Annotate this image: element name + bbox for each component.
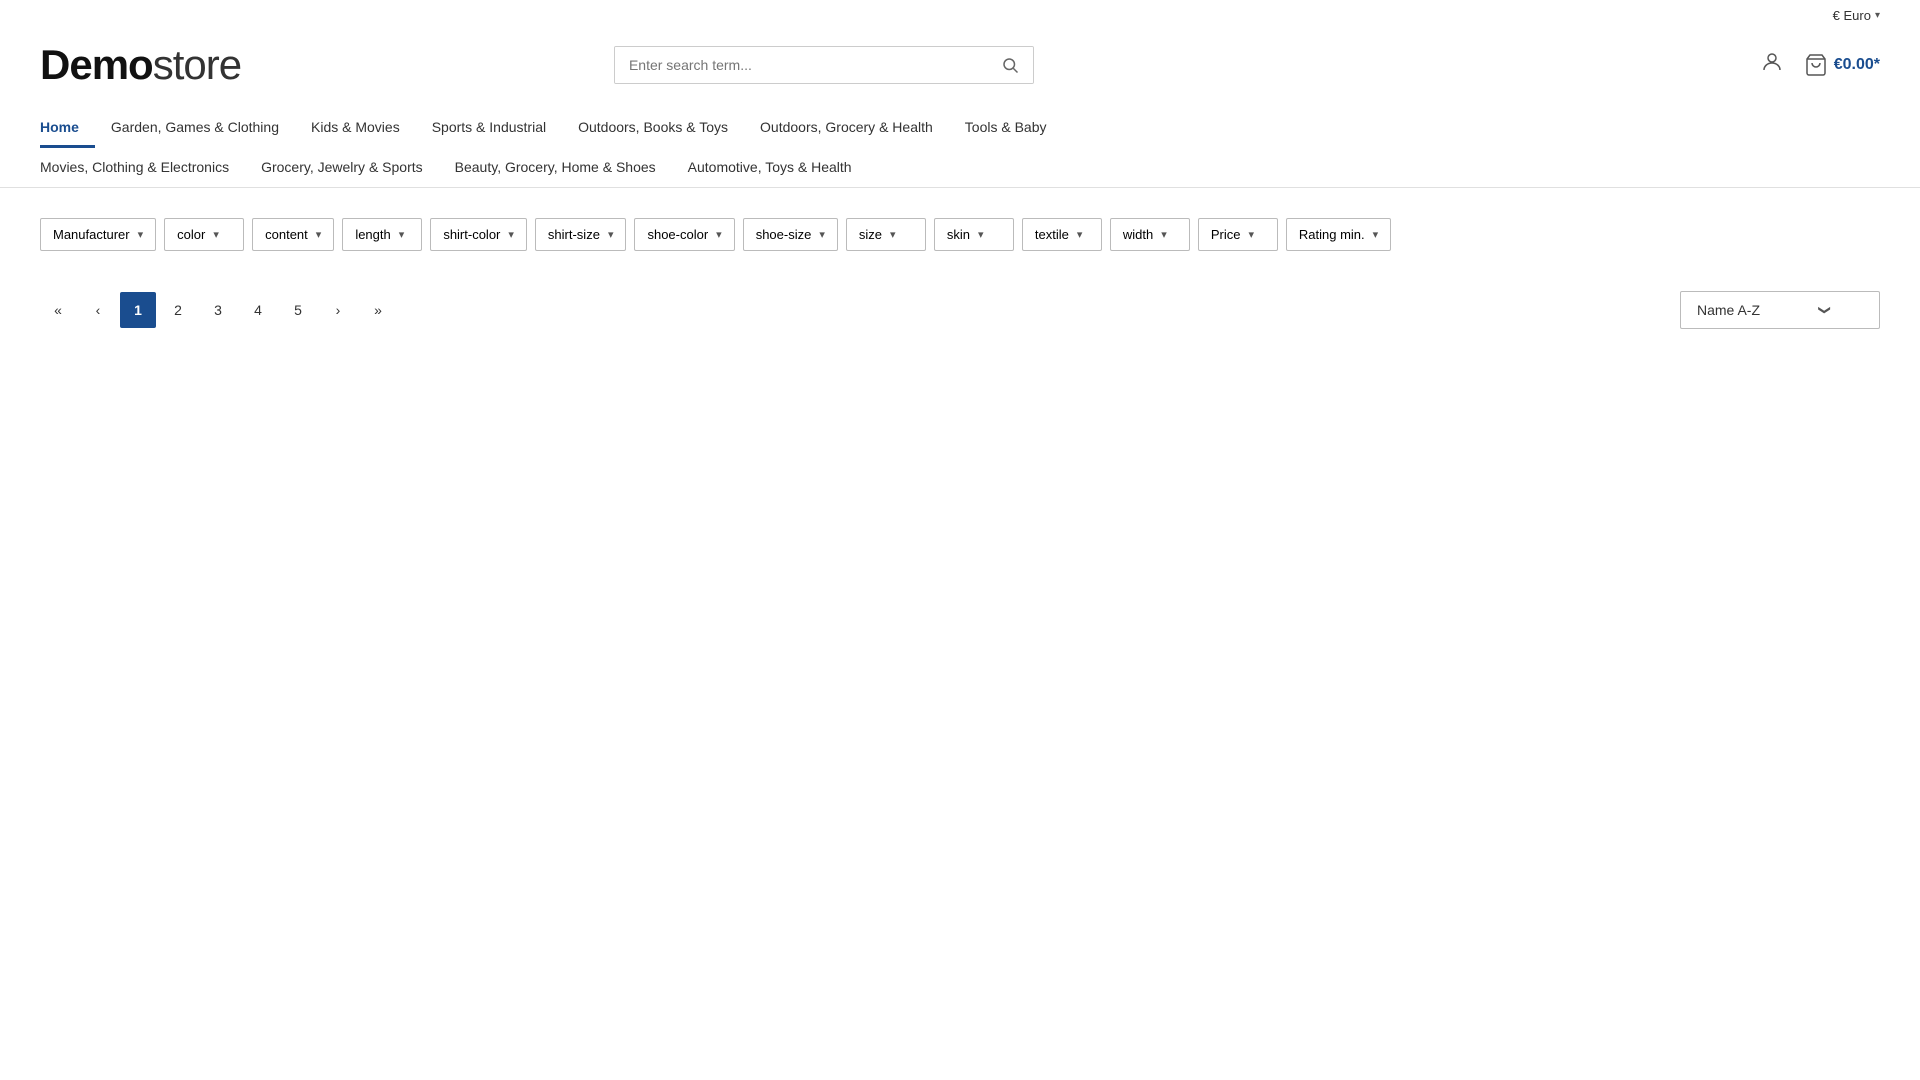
page-prev[interactable]: ‹: [80, 292, 116, 328]
filter-size[interactable]: size▾: [846, 218, 926, 251]
filter-shoe-size[interactable]: shoe-size▾: [743, 218, 838, 251]
filter-shoe-color[interactable]: shoe-color▾: [634, 218, 734, 251]
header-icons: €0.00*: [1760, 50, 1880, 80]
sort-chevron: ❯: [1818, 305, 1832, 315]
sort-dropdown[interactable]: Name A-Z ❯: [1680, 291, 1880, 329]
page-5[interactable]: 5: [280, 292, 316, 328]
nav-item-outdoors--books---toys[interactable]: Outdoors, Books & Toys: [562, 109, 744, 148]
page-last[interactable]: »: [360, 292, 396, 328]
filter-manufacturer[interactable]: Manufacturer▾: [40, 218, 156, 251]
cart-price: €0.00*: [1834, 56, 1880, 74]
search-input[interactable]: [615, 47, 987, 83]
nav-item-tools---baby[interactable]: Tools & Baby: [949, 109, 1063, 148]
filter-length[interactable]: length▾: [342, 218, 422, 251]
currency-label: € Euro: [1833, 8, 1871, 23]
logo[interactable]: Demostore: [40, 41, 241, 89]
nav-item-beauty--grocery--home---shoes[interactable]: Beauty, Grocery, Home & Shoes: [439, 149, 672, 188]
filter-rating-min-[interactable]: Rating min.▾: [1286, 218, 1391, 251]
nav-item-movies--clothing---electronics[interactable]: Movies, Clothing & Electronics: [40, 149, 245, 188]
filter-content[interactable]: content▾: [252, 218, 334, 251]
filter-shirt-color[interactable]: shirt-color▾: [430, 218, 527, 251]
currency-selector[interactable]: € Euro ▾: [1833, 8, 1880, 23]
search-bar: [614, 46, 1034, 84]
cart-area[interactable]: €0.00*: [1804, 53, 1880, 77]
nav-item-automotive--toys---health[interactable]: Automotive, Toys & Health: [672, 149, 868, 188]
search-icon: [1001, 56, 1019, 74]
nav-item-kids---movies[interactable]: Kids & Movies: [295, 109, 416, 148]
filter-width[interactable]: width▾: [1110, 218, 1190, 251]
currency-chevron: ▾: [1875, 10, 1880, 21]
nav-item-garden--games---clothing[interactable]: Garden, Games & Clothing: [95, 109, 295, 148]
page-1[interactable]: 1: [120, 292, 156, 328]
filter-skin[interactable]: skin▾: [934, 218, 1014, 251]
filter-textile[interactable]: textile▾: [1022, 218, 1102, 251]
filter-color[interactable]: color▾: [164, 218, 244, 251]
account-icon[interactable]: [1760, 50, 1784, 80]
logo-bold: Demo: [40, 41, 153, 88]
page-4[interactable]: 4: [240, 292, 276, 328]
page-first[interactable]: «: [40, 292, 76, 328]
header: Demostore €0.00*: [0, 31, 1920, 109]
cart-icon: [1804, 53, 1828, 77]
filters-area: Manufacturer▾color▾content▾length▾shirt-…: [0, 188, 1920, 261]
page-next[interactable]: ›: [320, 292, 356, 328]
page-3[interactable]: 3: [200, 292, 236, 328]
nav-item-sports---industrial[interactable]: Sports & Industrial: [416, 109, 562, 148]
sort-label: Name A-Z: [1697, 302, 1760, 318]
search-button[interactable]: [987, 47, 1033, 83]
nav-row-2: Movies, Clothing & ElectronicsGrocery, J…: [40, 147, 1880, 187]
nav-item-home[interactable]: Home: [40, 109, 95, 148]
page-2[interactable]: 2: [160, 292, 196, 328]
navigation: HomeGarden, Games & ClothingKids & Movie…: [0, 109, 1920, 188]
logo-light: store: [153, 41, 241, 88]
nav-item-grocery--jewelry---sports[interactable]: Grocery, Jewelry & Sports: [245, 149, 439, 188]
top-bar: € Euro ▾: [0, 0, 1920, 31]
filter-shirt-size[interactable]: shirt-size▾: [535, 218, 627, 251]
filter-price[interactable]: Price▾: [1198, 218, 1278, 251]
nav-item-outdoors--grocery---health[interactable]: Outdoors, Grocery & Health: [744, 109, 949, 148]
pagination: « ‹ 1 2 3 4 5 › »: [40, 292, 396, 328]
nav-row-1: HomeGarden, Games & ClothingKids & Movie…: [40, 109, 1880, 147]
pagination-area: « ‹ 1 2 3 4 5 › » Name A-Z ❯: [0, 261, 1920, 359]
